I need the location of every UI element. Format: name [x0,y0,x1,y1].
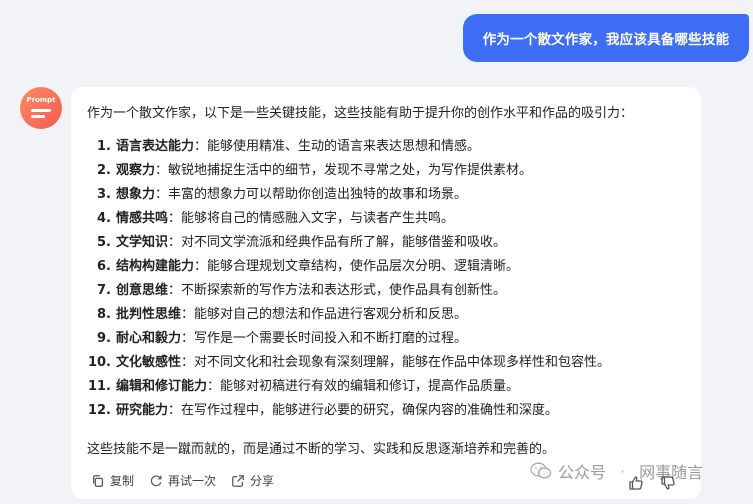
thumbs-up-button[interactable] [624,471,648,495]
skill-item: 1. 语言表达能力：能够使用精准、生动的语言来表达思想和情感。 [71,137,480,157]
assistant-avatar: Prompt [20,87,62,129]
skill-term: 情感共鸣 [116,211,169,226]
skill-term: 文化敏感性 [116,355,182,370]
user-message-text: 作为一个散文作家，我应该具备哪些技能 [482,32,730,48]
skill-number: 5. [97,235,111,250]
thumbs-up-icon [629,476,643,490]
skill-item: 6. 结构构建能力：能够合理规划文章结构，使作品层次分明、逻辑清晰。 [71,257,519,277]
skill-item: 4. 情感共鸣：能够将自己的情感融入文字，与读者产生共鸣。 [71,209,454,229]
skill-description: ：不断探索新的写作方法和表达形式，使作品具有创新性。 [168,283,507,298]
skill-item: 12. 研究能力：在写作过程中，能够进行必要的研究，确保内容的准确性和深度。 [71,401,558,421]
share-icon [232,474,244,487]
skill-item: 9. 耐心和毅力：写作是一个需要长时间投入和不断打磨的过程。 [71,329,467,349]
avatar-label: Prompt [26,96,56,104]
skill-term: 研究能力 [116,403,169,418]
wechat-icon [530,462,552,479]
skill-number: 2. [97,163,111,178]
skill-description: ：能够对自己的想法和作品进行客观分析和反思。 [181,307,468,322]
skill-number: 9. [97,331,111,346]
share-button[interactable]: 分享 [231,472,274,489]
share-label: 分享 [250,474,275,488]
response-intro: 作为一个散文作家，以下是一些关键技能，这些技能有助于提升你的创作水平和作品的吸引… [87,106,634,121]
watermark-left: 公众号 [558,463,607,482]
skill-term: 编辑和修订能力 [116,379,208,394]
skill-term: 耐心和毅力 [116,331,182,346]
skill-item: 3. 想象力：丰富的想象力可以帮助你创造出独特的故事和场景。 [71,185,467,205]
copy-icon [93,474,103,487]
skill-number: 6. [97,259,111,274]
skill-description: ：能够合理规划文章结构，使作品层次分明、逻辑清晰。 [194,259,520,274]
skill-number: 8. [97,307,111,322]
thumbs-down-icon [661,476,675,490]
retry-button[interactable]: 再试一次 [149,472,216,489]
skill-number: 4. [97,211,111,226]
copy-label: 复制 [110,474,135,488]
response-outro: 这些技能不是一蹴而就的，而是通过不断的学习、实践和反思逐渐培养和完善的。 [87,442,556,457]
skill-number: 12. [87,403,111,418]
skill-description: ：写作是一个需要长时间投入和不断打磨的过程。 [181,331,468,346]
skill-term: 创意思维 [116,283,169,298]
skill-term: 文学知识 [116,235,169,250]
copy-button[interactable]: 复制 [91,472,134,489]
skill-item: 10. 文化敏感性：对不同文化和社会现象有深刻理解，能够在作品中体现多样性和包容性… [71,353,610,373]
skill-description: ：能够对初稿进行有效的编辑和修订，提高作品质量。 [207,379,520,394]
skill-item: 11. 编辑和修订能力：能够对初稿进行有效的编辑和修订，提高作品质量。 [71,377,519,397]
skill-number: 7. [97,283,111,298]
skill-number: 1. [97,139,111,154]
skill-description: ：丰富的想象力可以帮助你创造出独特的故事和场景。 [155,187,468,202]
skill-number: 10. [87,355,111,370]
skill-description: ：敏锐地捕捉生活中的细节，发现不寻常之处，为写作提供素材。 [155,163,533,178]
skill-description: ：在写作过程中，能够进行必要的研究，确保内容的准确性和深度。 [168,403,559,418]
thumbs-down-button[interactable] [656,471,680,495]
skill-description: ：对不同文学流派和经典作品有所了解，能够借鉴和吸收。 [168,235,507,250]
skill-term: 结构构建能力 [116,259,195,274]
skill-term: 语言表达能力 [116,139,195,154]
skill-term: 观察力 [116,163,156,178]
retry-label: 再试一次 [168,474,217,488]
skill-description: ：能够使用精准、生动的语言来表达思想和情感。 [194,139,481,154]
skill-item: 2. 观察力：敏锐地捕捉生活中的细节，发现不寻常之处，为写作提供素材。 [71,161,532,181]
skill-item: 8. 批判性思维：能够对自己的想法和作品进行客观分析和反思。 [71,305,467,325]
skill-description: ：对不同文化和社会现象有深刻理解，能够在作品中体现多样性和包容性。 [181,355,611,370]
skill-number: 3. [97,187,111,202]
skill-number: 11. [87,379,111,394]
refresh-icon [150,474,162,486]
skill-term: 批判性思维 [116,307,182,322]
skill-item: 7. 创意思维：不断探索新的写作方法和表达形式，使作品具有创新性。 [71,281,506,301]
user-message-bubble: 作为一个散文作家，我应该具备哪些技能 [463,14,749,62]
skill-description: ：能够将自己的情感融入文字，与读者产生共鸣。 [168,211,455,226]
assistant-message-card: 作为一个散文作家，以下是一些关键技能，这些技能有助于提升你的创作水平和作品的吸引… [71,87,701,499]
skill-term: 想象力 [116,187,156,202]
skill-item: 5. 文学知识：对不同文学流派和经典作品有所了解，能够借鉴和吸收。 [71,233,506,253]
